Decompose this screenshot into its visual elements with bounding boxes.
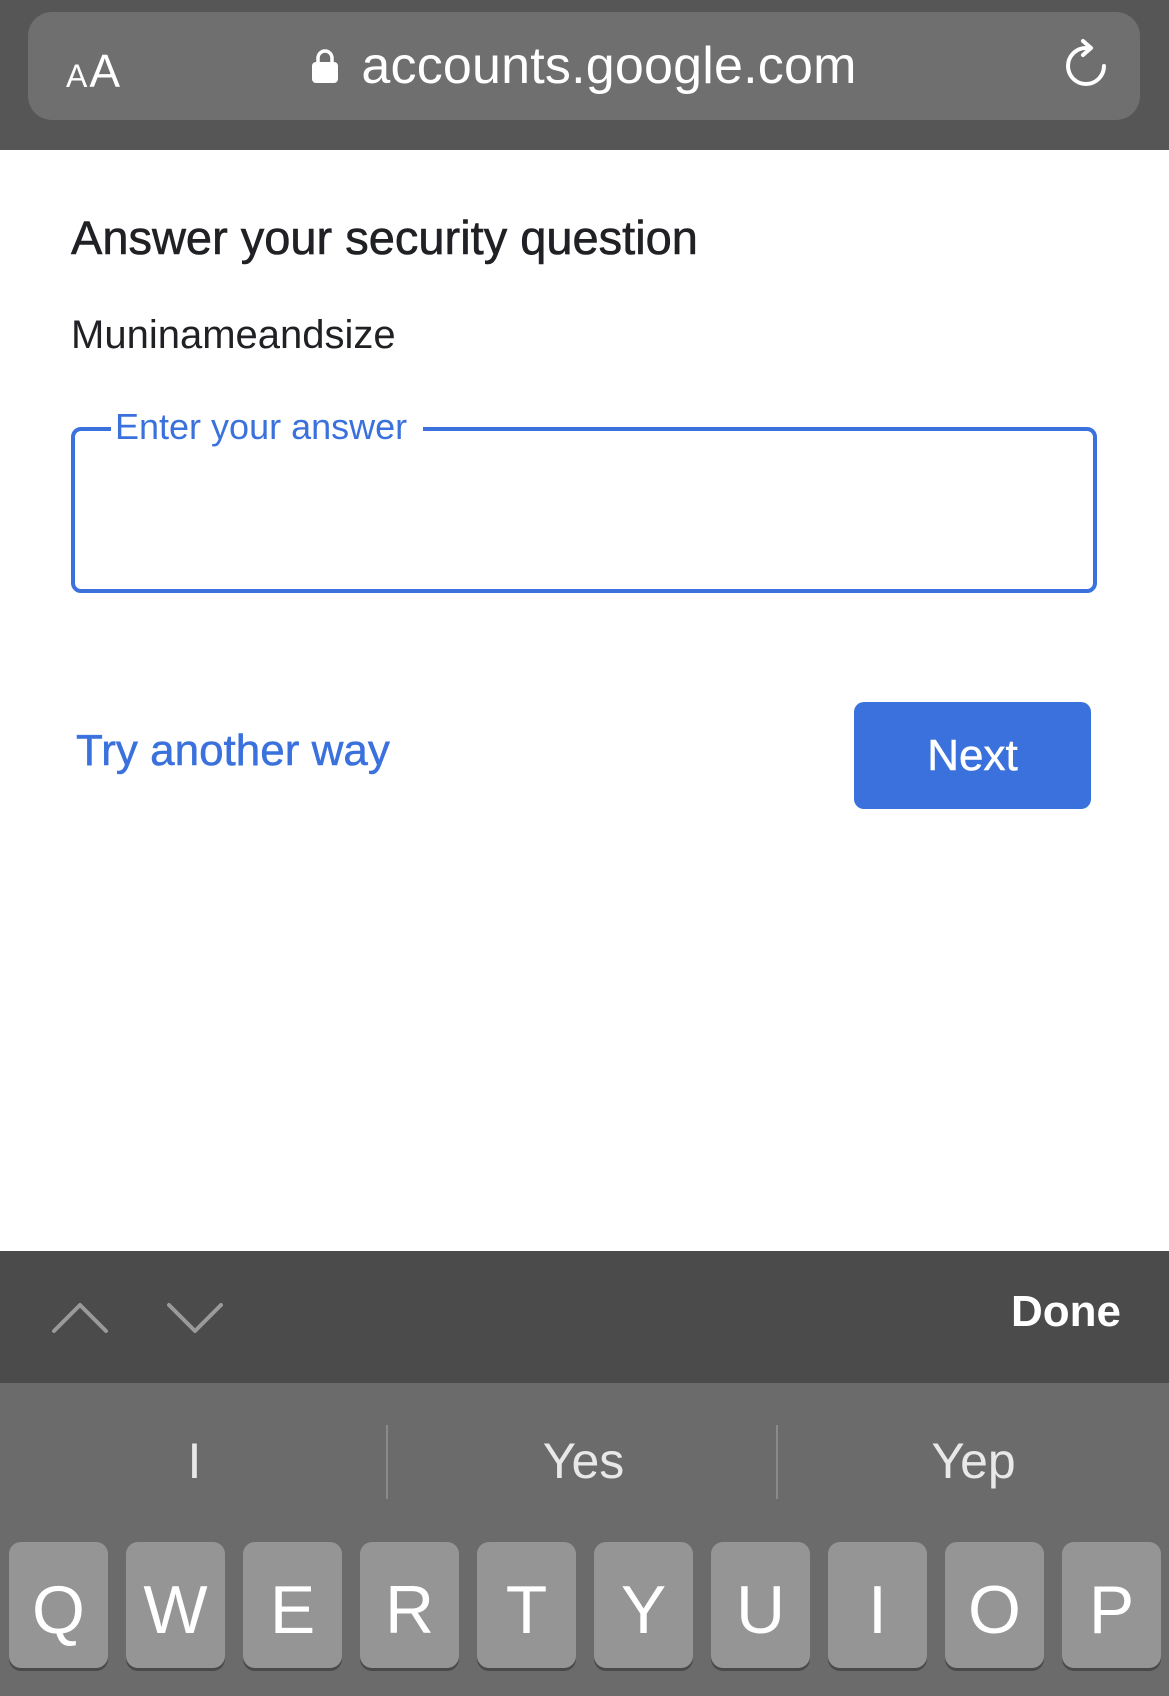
key-w[interactable]: W: [126, 1542, 225, 1668]
next-field-button[interactable]: [163, 1287, 227, 1347]
answer-field-label: Enter your answer: [111, 405, 424, 449]
try-another-way-link[interactable]: Try another way: [76, 726, 390, 776]
chevron-up-icon: [52, 1303, 108, 1333]
answer-field[interactable]: Enter your answer: [71, 405, 1097, 593]
done-button[interactable]: Done: [1011, 1287, 1121, 1337]
keyboard: I Yes Yep Q W E R T Y U I O P: [0, 1383, 1169, 1696]
key-o[interactable]: O: [945, 1542, 1044, 1668]
browser-toolbar: A A accounts.google.com: [0, 0, 1169, 150]
url-display: accounts.google.com: [28, 12, 1140, 120]
answer-input[interactable]: [109, 471, 1059, 541]
key-r[interactable]: R: [360, 1542, 459, 1668]
key-q[interactable]: Q: [9, 1542, 108, 1668]
key-t[interactable]: T: [477, 1542, 576, 1668]
suggestion-divider: [776, 1425, 778, 1499]
chevron-down-icon: [167, 1303, 223, 1333]
text-size-button[interactable]: A A: [58, 34, 128, 98]
suggestion-bar: I Yes Yep: [0, 1383, 1169, 1538]
reload-button[interactable]: [1058, 38, 1114, 94]
lock-icon: [312, 49, 339, 83]
suggestion-item[interactable]: Yes: [389, 1383, 778, 1538]
key-i[interactable]: I: [828, 1542, 927, 1668]
text-size-large-glyph: A: [89, 45, 121, 97]
page-title: Answer your security question: [71, 211, 699, 265]
text-size-small-glyph: A: [65, 58, 88, 94]
previous-field-button[interactable]: [48, 1287, 112, 1347]
key-p[interactable]: P: [1062, 1542, 1161, 1668]
url-text[interactable]: accounts.google.com: [361, 36, 856, 96]
suggestion-divider: [386, 1425, 388, 1499]
keyboard-accessory-bar: Done: [0, 1251, 1169, 1383]
security-question: Muninameandsize: [71, 313, 396, 357]
reload-icon: [1066, 39, 1106, 86]
suggestion-item[interactable]: I: [0, 1383, 389, 1538]
next-button[interactable]: Next: [854, 702, 1091, 809]
key-u[interactable]: U: [711, 1542, 810, 1668]
key-e[interactable]: E: [243, 1542, 342, 1668]
key-y[interactable]: Y: [594, 1542, 693, 1668]
suggestion-item[interactable]: Yep: [779, 1383, 1168, 1538]
address-bar[interactable]: A A accounts.google.com: [28, 12, 1140, 120]
